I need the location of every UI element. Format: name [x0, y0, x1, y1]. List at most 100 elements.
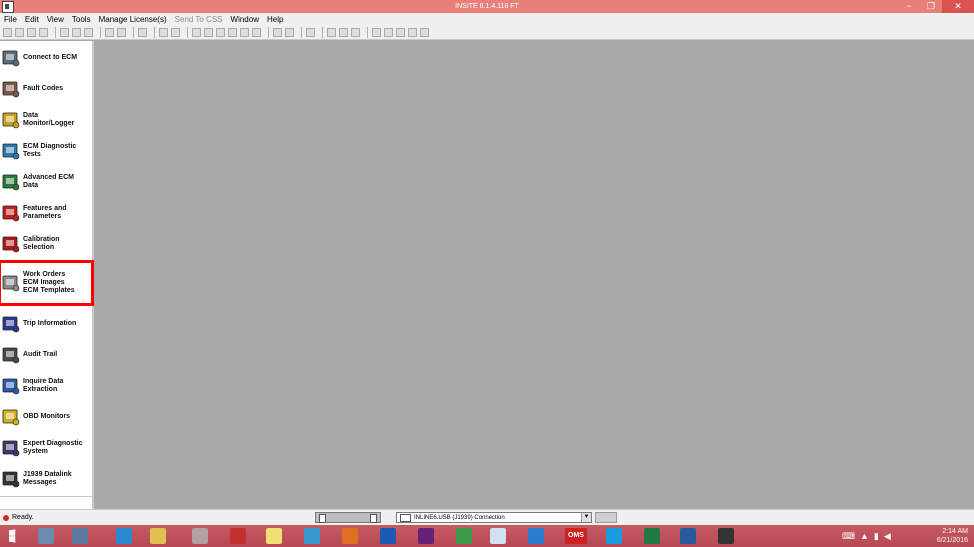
- sidebar-item-work-orders[interactable]: Work Orders ECM Images ECM Templates: [0, 260, 94, 306]
- toolbar-button-icon-4[interactable]: [39, 28, 48, 37]
- taskbar-app-button[interactable]: [30, 526, 62, 546]
- toolbar-button-icon-22[interactable]: [327, 28, 336, 37]
- menu-send-to-css[interactable]: Send To CSS: [171, 15, 227, 24]
- taskbar-app-button[interactable]: [636, 526, 668, 546]
- keyboard-icon[interactable]: ⌨: [842, 531, 855, 542]
- taskbar-app-button[interactable]: [184, 526, 216, 546]
- sidebar-item-label: Features and Parameters: [23, 205, 67, 221]
- sidebar-item-inquire-data[interactable]: Inquire Data Extraction: [0, 371, 92, 401]
- toolbar-button-icon-6[interactable]: [72, 28, 81, 37]
- clock[interactable]: 2:14 AM 6/21/2016: [937, 527, 968, 545]
- sidebar-item-advanced-ecm[interactable]: Advanced ECM Data: [0, 167, 92, 197]
- toolbar-button-icon-8[interactable]: [105, 28, 114, 37]
- toolbar-button-icon-2[interactable]: [15, 28, 24, 37]
- taskbar-app-button[interactable]: [672, 526, 704, 546]
- sidebar-item-j1939-datalink[interactable]: J1939 Datalink Messages: [0, 464, 92, 494]
- sidebar-label-line: Connect to ECM: [23, 54, 78, 61]
- toolbar-button-icon-13[interactable]: [192, 28, 201, 37]
- taskbar-app-button[interactable]: [520, 526, 552, 546]
- title-bar: INSITE 8.1.4.118 FT − ❐ ✕: [0, 0, 974, 13]
- menu-manage-license-s[interactable]: Manage License(s): [95, 15, 171, 24]
- volume-icon[interactable]: ◀: [884, 531, 891, 542]
- menu-help[interactable]: Help: [263, 15, 287, 24]
- taskbar-app-button[interactable]: OMS: [560, 526, 592, 546]
- toolbar-button-icon-19[interactable]: [273, 28, 282, 37]
- toolbar-button-icon-23[interactable]: [339, 28, 348, 37]
- clock-date: 6/21/2016: [936, 537, 968, 544]
- menu-view[interactable]: View: [43, 15, 68, 24]
- sidebar-item-data[interactable]: Data Monitor/Logger: [0, 105, 92, 135]
- visual-studio-app-icon: [418, 528, 434, 544]
- toolbar-button-icon-7[interactable]: [84, 28, 93, 37]
- sidebar-item-fault-codes[interactable]: Fault Codes: [0, 74, 92, 104]
- toolbar-button-icon-14[interactable]: [204, 28, 213, 37]
- up-arrow-icon[interactable]: ▲: [860, 531, 869, 541]
- chevron-down-icon[interactable]: ▼: [581, 513, 591, 522]
- progress-slider[interactable]: [315, 512, 381, 523]
- toolbar-button-icon-27[interactable]: [396, 28, 405, 37]
- taskbar-app-button[interactable]: [258, 526, 290, 546]
- connect-ecm-icon: [2, 49, 20, 67]
- taskbar-app-button[interactable]: [222, 526, 254, 546]
- toolbar-button-icon-24[interactable]: [351, 28, 360, 37]
- toolbar-button-icon-3[interactable]: [27, 28, 36, 37]
- network-icon[interactable]: ▮: [874, 531, 879, 542]
- connection-value: INLINE6.USB (J1939) Connection: [414, 514, 505, 521]
- sidebar-item-expert-diagnostic[interactable]: Expert Diagnostic System: [0, 433, 92, 463]
- toolbar-button-icon-25[interactable]: [372, 28, 381, 37]
- connection-select[interactable]: INLINE6.USB (J1939) Connection ▼: [396, 512, 592, 523]
- toolbar-button-icon-1[interactable]: [3, 28, 12, 37]
- sidebar-divider: [0, 496, 92, 497]
- slider-left-handle[interactable]: [319, 514, 326, 523]
- taskbar-app-button[interactable]: [108, 526, 140, 546]
- restore-button[interactable]: ❐: [920, 0, 942, 13]
- sidebar-label-line: Selection: [23, 244, 55, 251]
- taskbar-app-button[interactable]: [482, 526, 514, 546]
- toolbar-button-icon-21[interactable]: [306, 28, 315, 37]
- menu-window[interactable]: Window: [227, 15, 263, 24]
- taskbar-app-button[interactable]: [410, 526, 442, 546]
- sidebar-item-connect-to-ecm[interactable]: Connect to ECM: [0, 43, 92, 73]
- toolbar-button-icon-5[interactable]: [60, 28, 69, 37]
- toolbar-button-icon-11[interactable]: [159, 28, 168, 37]
- menu-edit[interactable]: Edit: [21, 15, 43, 24]
- taskbar-app-button[interactable]: [142, 526, 174, 546]
- sidebar-item-trip-information[interactable]: Trip Information: [0, 309, 92, 339]
- toolbar-button-icon-9[interactable]: [117, 28, 126, 37]
- start-button[interactable]: [0, 526, 32, 546]
- taskbar-app-button[interactable]: [598, 526, 630, 546]
- sidebar-item-features-and[interactable]: Features and Parameters: [0, 198, 92, 228]
- clock-time: 2:14 AM: [942, 528, 968, 535]
- taskbar-app-button[interactable]: [710, 526, 742, 546]
- toolbar-button-icon-28[interactable]: [408, 28, 417, 37]
- close-button[interactable]: ✕: [942, 0, 974, 13]
- taskbar-app-button[interactable]: [64, 526, 96, 546]
- adapter-icon: [400, 513, 411, 522]
- toolbar-button-icon-20[interactable]: [285, 28, 294, 37]
- minimize-button[interactable]: −: [898, 0, 920, 13]
- taskbar-app-button[interactable]: [448, 526, 480, 546]
- taskbar-app-button[interactable]: [372, 526, 404, 546]
- advanced-ecm-icon: [2, 173, 20, 191]
- sidebar-item-label: Inquire Data Extraction: [23, 378, 63, 394]
- sidebar-item-label: Data Monitor/Logger: [23, 112, 74, 128]
- taskbar-app-button[interactable]: [334, 526, 366, 546]
- sidebar-label-line: ECM Diagnostic: [23, 143, 77, 150]
- menu-file[interactable]: File: [0, 15, 21, 24]
- toolbar-button-icon-12[interactable]: [171, 28, 180, 37]
- toolbar-button-icon-26[interactable]: [384, 28, 393, 37]
- toolbar-button-icon-16[interactable]: [228, 28, 237, 37]
- toolbar-button-icon-15[interactable]: [216, 28, 225, 37]
- toolbar-button-icon-17[interactable]: [240, 28, 249, 37]
- taskbar-app-button[interactable]: [296, 526, 328, 546]
- windows-taskbar: ⌨ ▲ ▮ ◀ 2:14 AM 6/21/2016 OMS: [0, 525, 974, 547]
- sidebar-item-ecm-diagnostic[interactable]: ECM Diagnostic Tests: [0, 136, 92, 166]
- toolbar-button-icon-29[interactable]: [420, 28, 429, 37]
- toolbar-button-icon-18[interactable]: [252, 28, 261, 37]
- sidebar-item-obd-monitors[interactable]: OBD Monitors: [0, 402, 92, 432]
- slider-right-handle[interactable]: [370, 514, 377, 523]
- toolbar-button-icon-10[interactable]: [138, 28, 147, 37]
- menu-tools[interactable]: Tools: [68, 15, 95, 24]
- sidebar-item-calibration[interactable]: Calibration Selection: [0, 229, 92, 259]
- sidebar-item-audit-trail[interactable]: Audit Trail: [0, 340, 92, 370]
